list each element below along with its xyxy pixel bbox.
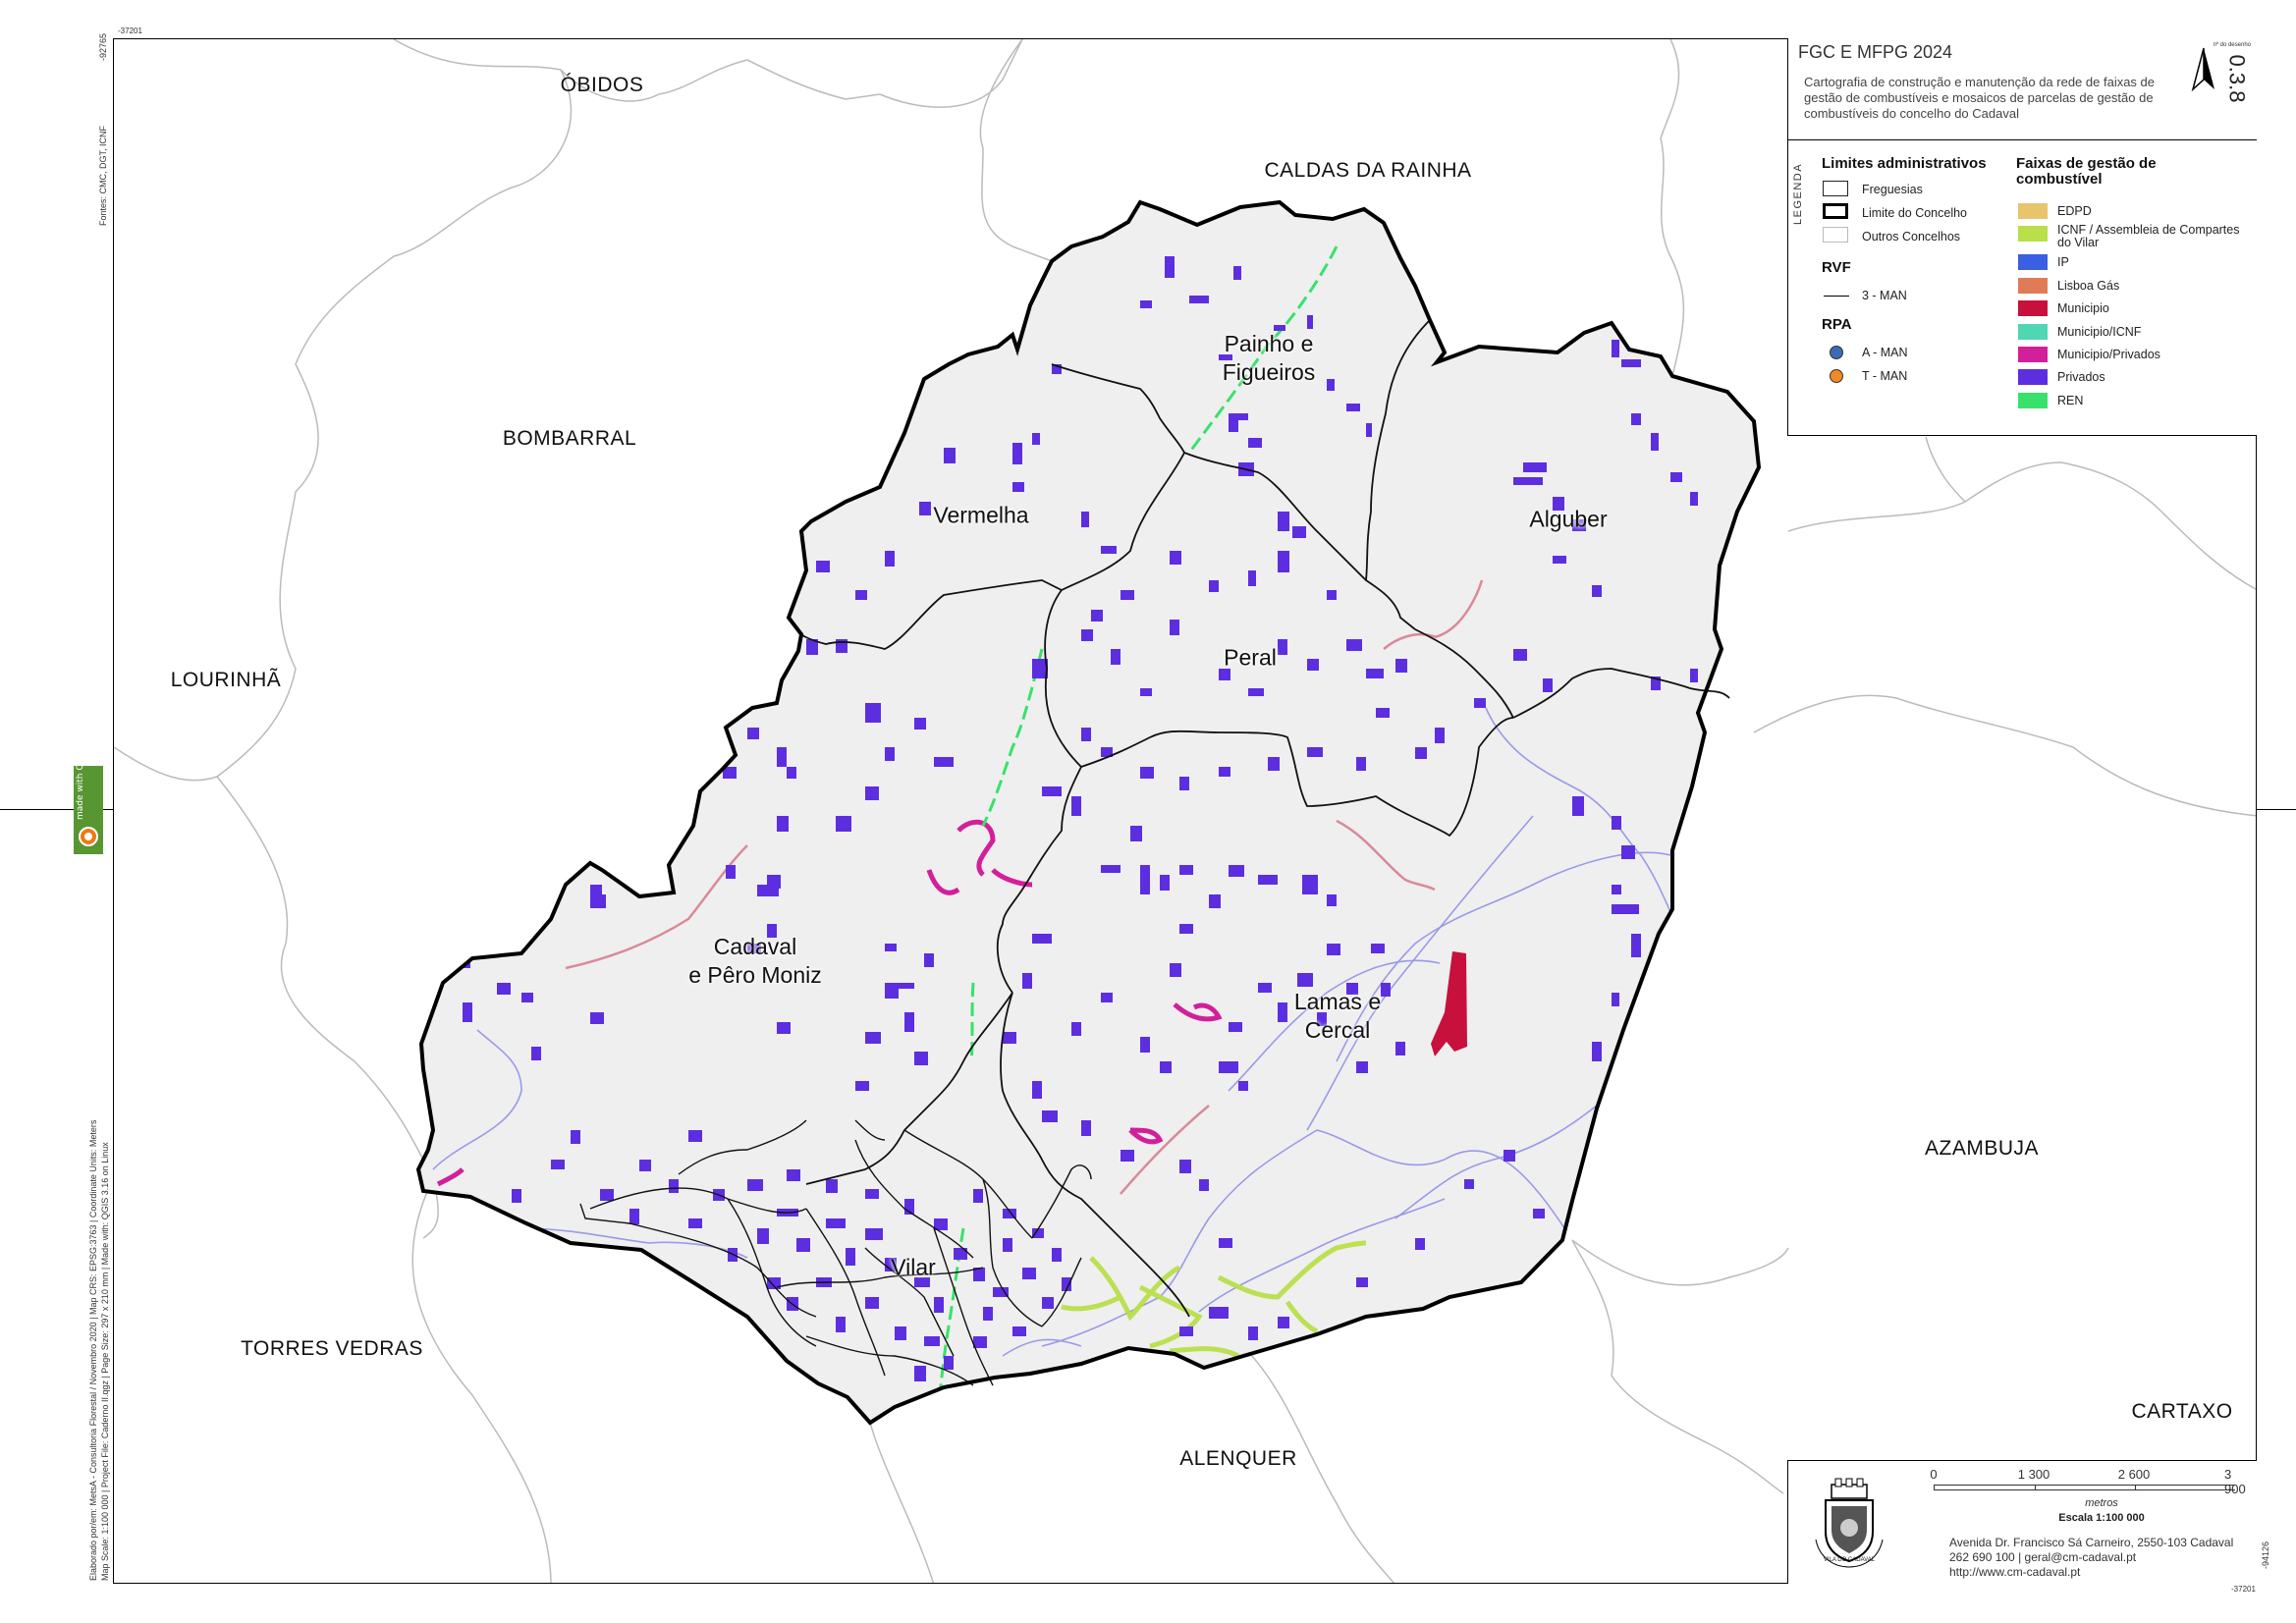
legend-swatch-ren <box>2018 393 2048 408</box>
legend-item-lisboa-gas: Lisboa Gás <box>2057 279 2120 293</box>
neighbor-label-caldas: CALDAS DA RAINHA <box>1264 159 1472 182</box>
legend-item-limite-concelho: Limite do Concelho <box>1862 206 1968 220</box>
legend-fgc-title: Faixas de gestão de combustível <box>2016 155 2157 188</box>
legend-vertical-label: LEGENDA <box>1792 162 1804 225</box>
neighbor-label-torres-vedras: TORRES VEDRAS <box>241 1337 423 1360</box>
north-arrow-icon <box>2191 46 2216 96</box>
edge-tick-right <box>2257 809 2296 810</box>
legend-item-rvf: 3 - MAN <box>1862 289 1907 302</box>
parish-label-vermelha: Vermelha <box>933 502 1029 528</box>
legend-item-municipio-icnf: Municipio/ICNF <box>2057 325 2142 339</box>
legend-swatch-edpd <box>2018 203 2048 219</box>
legend-swatch-limite-concelho <box>1823 203 1848 219</box>
crest-motto: VILA DO CADAVAL <box>1823 1557 1876 1563</box>
neighbor-label-alenquer: ALENQUER <box>1179 1447 1297 1470</box>
legend-swatch-municipio <box>2018 300 2048 316</box>
qgis-badge-text: made with QGIS <box>76 766 85 820</box>
parish-label-cadaval-pero-moniz: Cadaval e Pêro Moniz <box>688 934 822 988</box>
legend-item-a-man: A - MAN <box>1862 346 1908 359</box>
address-line: Avenida Dr. Francisco Sá Carneiro, 2550-… <box>1949 1536 2234 1549</box>
website-link[interactable]: http://www.cm-cadaval.pt <box>1949 1565 2233 1580</box>
scalebar-tick-0: 0 <box>1930 1467 1938 1482</box>
legend-item-privados: Privados <box>2057 370 2105 384</box>
legend-swatch-ip <box>2018 254 2048 270</box>
scalebar-tick-3: 3 900 <box>2224 1467 2246 1496</box>
legend-swatch-icnf <box>2018 226 2048 242</box>
scalebar-tick-2: 2 600 <box>2117 1467 2151 1482</box>
legend-item-t-man: T - MAN <box>1862 369 1908 383</box>
coord-left-top: -92765 <box>98 32 108 61</box>
drawing-number: 0.3.8 <box>2224 54 2250 103</box>
scalebar-unit: metros <box>2085 1497 2118 1509</box>
neighbor-label-bombarral: BOMBARRAL <box>502 427 637 450</box>
legend-item-ren: REN <box>2057 394 2084 407</box>
legend-swatch-outros-concelhos <box>1823 227 1848 243</box>
drawing-number-label: nº do desenho <box>2213 42 2251 48</box>
scalebar-tick-1: 1 300 <box>2017 1467 2050 1482</box>
parish-label-alguber: Alguber <box>1529 506 1608 532</box>
legend-item-edpd: EDPD <box>2057 204 2092 218</box>
legend-swatch-privados <box>2018 369 2048 385</box>
credits-line-2: Map Scale: 1:100 000 | Project File: Cad… <box>100 1142 110 1581</box>
legend-swatch-lisboa-gas <box>2018 278 2048 294</box>
legend-item-municipio: Municipio <box>2057 301 2109 315</box>
coord-right-bottom: -94126 <box>2261 1541 2270 1569</box>
legend-admin-title: Limites administrativos <box>1822 155 1987 172</box>
legend-swatch-rvf <box>1824 296 1849 297</box>
legend-rvf-title: RVF <box>1822 259 1851 276</box>
scalebar <box>1934 1485 2235 1490</box>
credits-line-1: Elaborado por/em: MetsA - Consultoria Fl… <box>88 1119 98 1581</box>
address-block: Avenida Dr. Francisco Sá Carneiro, 2550-… <box>1949 1536 2233 1580</box>
legend-item-municipio-privados: Municipio/Privados <box>2057 348 2160 361</box>
parish-label-painho-figueiros: Painho e Figueiros <box>1222 331 1316 385</box>
title-legend-panel: FGC E MFPG 2024 Cartografia de construçã… <box>1787 38 2257 436</box>
legend-item-outros-concelhos: Outros Concelhos <box>1862 230 1961 243</box>
legend-item-freguesias: Freguesias <box>1862 183 1923 196</box>
contact-line: 262 690 100 | geral@cm-cadaval.pt <box>1949 1550 2137 1564</box>
coord-top: -37201 <box>118 27 142 35</box>
parish-label-peral: Peral <box>1224 644 1277 671</box>
legend-item-icnf: ICNF / Assembleia de Compartes do Vilar <box>2057 223 2240 249</box>
legend-dot-t-man <box>1830 369 1843 383</box>
legend-swatch-municipio-privados <box>2018 347 2048 362</box>
parish-label-lamas-cercal: Lamas e Cercal <box>1293 989 1382 1043</box>
neighbor-label-lourinha: LOURINHÃ <box>170 669 282 691</box>
info-panel: VILA DO CADAVAL 0 1 300 2 600 3 900 metr… <box>1787 1460 2257 1584</box>
legend-swatch-freguesias <box>1823 181 1848 196</box>
map-description: Cartografia de construção e manutenção d… <box>1804 75 2156 121</box>
neighbor-label-azambuja: AZAMBUJA <box>1924 1137 2040 1160</box>
title-separator <box>1788 139 2257 140</box>
coord-bottom: -37201 <box>2231 1585 2256 1594</box>
sources-note: Fontes: CMC, DGT, ICNF <box>98 125 108 226</box>
legend-swatch-municipio-icnf <box>2018 324 2048 340</box>
legend-item-ip: IP <box>2057 255 2069 269</box>
map-title: FGC E MFPG 2024 <box>1798 42 1953 62</box>
qgis-logo: made with QGIS <box>74 748 113 854</box>
legend-rpa-title: RPA <box>1822 316 1852 333</box>
neighbor-label-cartaxo: CARTAXO <box>2131 1400 2233 1423</box>
scalebar-scale: Escala 1:100 000 <box>2058 1512 2145 1524</box>
neighbor-label-obidos: ÓBIDOS <box>560 74 644 96</box>
legend-dot-a-man <box>1830 346 1843 359</box>
parish-label-vilar: Vilar <box>891 1254 936 1280</box>
